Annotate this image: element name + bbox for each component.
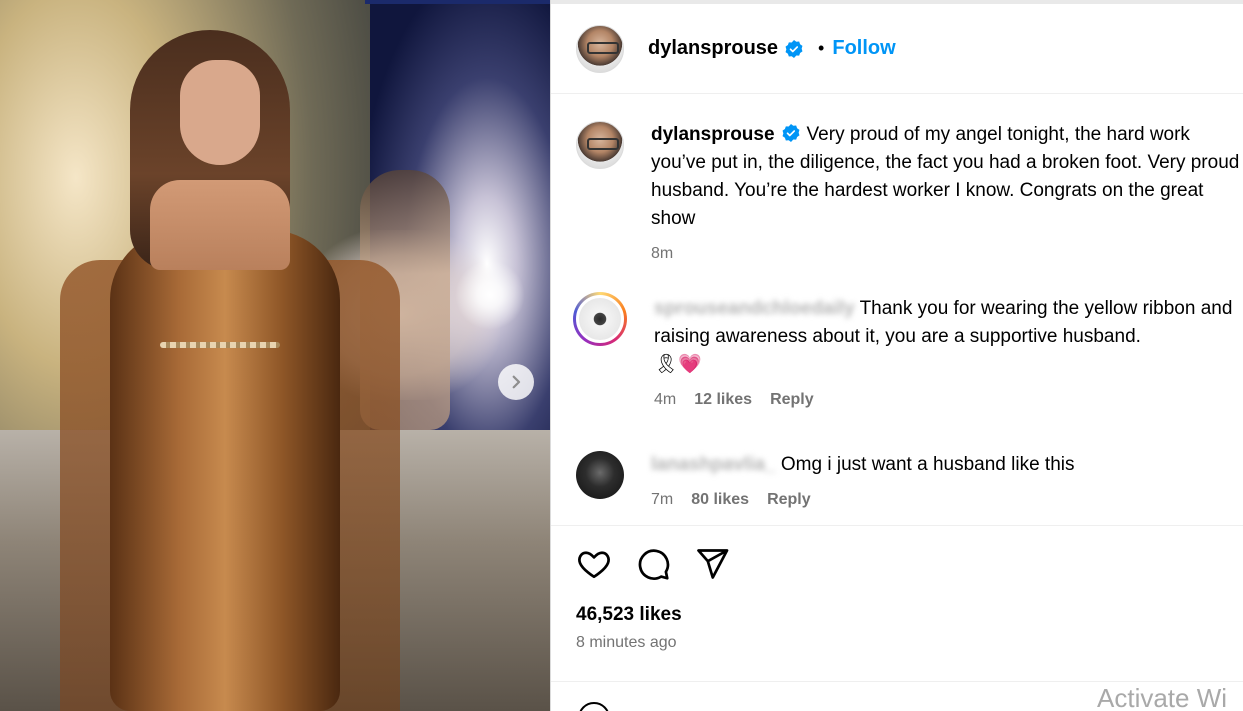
media-model-belt [160, 342, 280, 348]
comment-time[interactable]: 4m [654, 391, 676, 409]
caption-item: dylansprouse Very proud of my angel toni… [576, 121, 1243, 263]
comment-author[interactable]: sprouseandchloedaily [654, 298, 855, 319]
carousel-next-button[interactable] [498, 364, 534, 400]
media-model-dress [110, 230, 340, 711]
comment-time[interactable]: 7m [651, 491, 673, 509]
commenter-avatar [576, 295, 624, 343]
share-icon [697, 549, 729, 579]
comment-item: sprouseandchloedaily Thank you for weari… [573, 292, 1243, 409]
post-media[interactable] [0, 0, 550, 711]
caption-meta: 8m [651, 245, 1243, 263]
likes-count[interactable]: 46,523 likes [576, 604, 1243, 626]
verified-badge-icon [785, 39, 803, 58]
follow-button[interactable]: Follow [832, 37, 895, 60]
activate-windows-watermark: Activate Wi [1097, 683, 1228, 711]
comment-reply-button[interactable]: Reply [767, 491, 811, 509]
comment-author[interactable]: lanashpavlia_ [651, 454, 776, 475]
verified-badge-icon [782, 124, 799, 142]
header-separator: • [818, 38, 825, 58]
like-button[interactable] [576, 546, 612, 582]
caption-time[interactable]: 8m [651, 245, 673, 263]
author-username[interactable]: dylansprouse [648, 37, 778, 60]
comment-icon [638, 549, 670, 580]
comment-meta: 7m 80 likes Reply [651, 491, 1231, 509]
media-model-bodice [150, 180, 290, 270]
post-actions: 46,523 likes 8 minutes ago [551, 525, 1243, 685]
comment-text-block: lanashpavlia_ Omg i just want a husband … [651, 451, 1231, 479]
heart-icon [578, 551, 610, 579]
post-timestamp: 8 minutes ago [576, 634, 677, 651]
post-detail-panel: dylansprouse • Follow dylansprouse Very … [550, 0, 1243, 711]
caption-author-avatar[interactable] [576, 121, 624, 169]
media-model-face [180, 60, 260, 165]
caption-author[interactable]: dylansprouse [651, 124, 775, 145]
chevron-right-icon [512, 375, 521, 389]
commenter-avatar[interactable] [576, 451, 624, 499]
comment-meta: 4m 12 likes Reply [654, 391, 1234, 409]
commenter-avatar-story-ring[interactable] [573, 292, 627, 346]
comment-button[interactable] [635, 546, 671, 582]
share-button[interactable] [694, 546, 730, 582]
comments-list[interactable]: dylansprouse Very proud of my angel toni… [551, 95, 1243, 525]
caption-text-block: dylansprouse Very proud of my angel toni… [651, 121, 1243, 233]
comment-emoji: 🎗💗 [654, 354, 702, 375]
comment-reply-button[interactable]: Reply [770, 391, 814, 409]
author-avatar[interactable] [576, 24, 624, 73]
media-light-flare [455, 260, 525, 330]
comment-likes[interactable]: 80 likes [691, 491, 749, 509]
emoji-icon[interactable] [578, 702, 610, 711]
media-top-bar [365, 0, 550, 4]
post-header: dylansprouse • Follow [551, 4, 1243, 94]
comment-text-block: sprouseandchloedaily Thank you for weari… [654, 295, 1234, 379]
comment-text: Omg i just want a husband like this [780, 454, 1075, 475]
action-icons [576, 546, 1243, 582]
comment-item: lanashpavlia_ Omg i just want a husband … [576, 451, 1243, 509]
comment-likes[interactable]: 12 likes [694, 391, 752, 409]
